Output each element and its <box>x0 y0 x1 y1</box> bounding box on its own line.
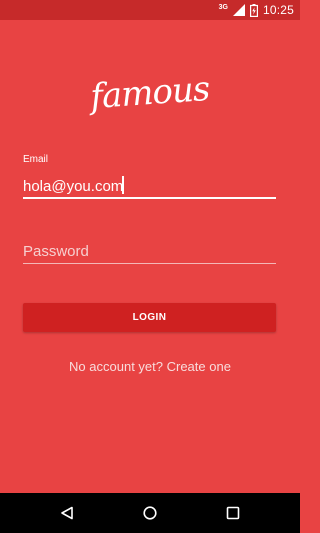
home-button[interactable] <box>130 493 170 533</box>
clock: 10:25 <box>262 3 294 17</box>
recents-button[interactable] <box>213 493 253 533</box>
email-field[interactable] <box>23 175 276 197</box>
login-screen: 3G 10:25 famous Email LOGIN No account y… <box>0 0 300 533</box>
recents-icon <box>226 506 240 520</box>
back-button[interactable] <box>47 493 87 533</box>
home-icon <box>143 506 157 520</box>
status-icons: 3G 10:25 <box>219 0 294 20</box>
battery-charging-icon <box>249 3 258 17</box>
back-icon <box>60 506 74 520</box>
password-field[interactable] <box>23 240 276 262</box>
login-button[interactable]: LOGIN <box>23 303 276 332</box>
email-underline <box>23 197 276 199</box>
network-type: 3G <box>218 3 228 11</box>
status-bar: 3G 10:25 <box>0 0 300 20</box>
navigation-bar <box>0 493 300 533</box>
text-cursor <box>122 176 124 194</box>
famous-logo: famous <box>86 69 211 117</box>
password-underline <box>23 263 276 264</box>
create-account-link[interactable]: No account yet? Create one <box>0 359 300 374</box>
signal-icon <box>232 4 245 16</box>
email-label: Email <box>23 154 49 165</box>
svg-text:famous: famous <box>86 69 211 117</box>
